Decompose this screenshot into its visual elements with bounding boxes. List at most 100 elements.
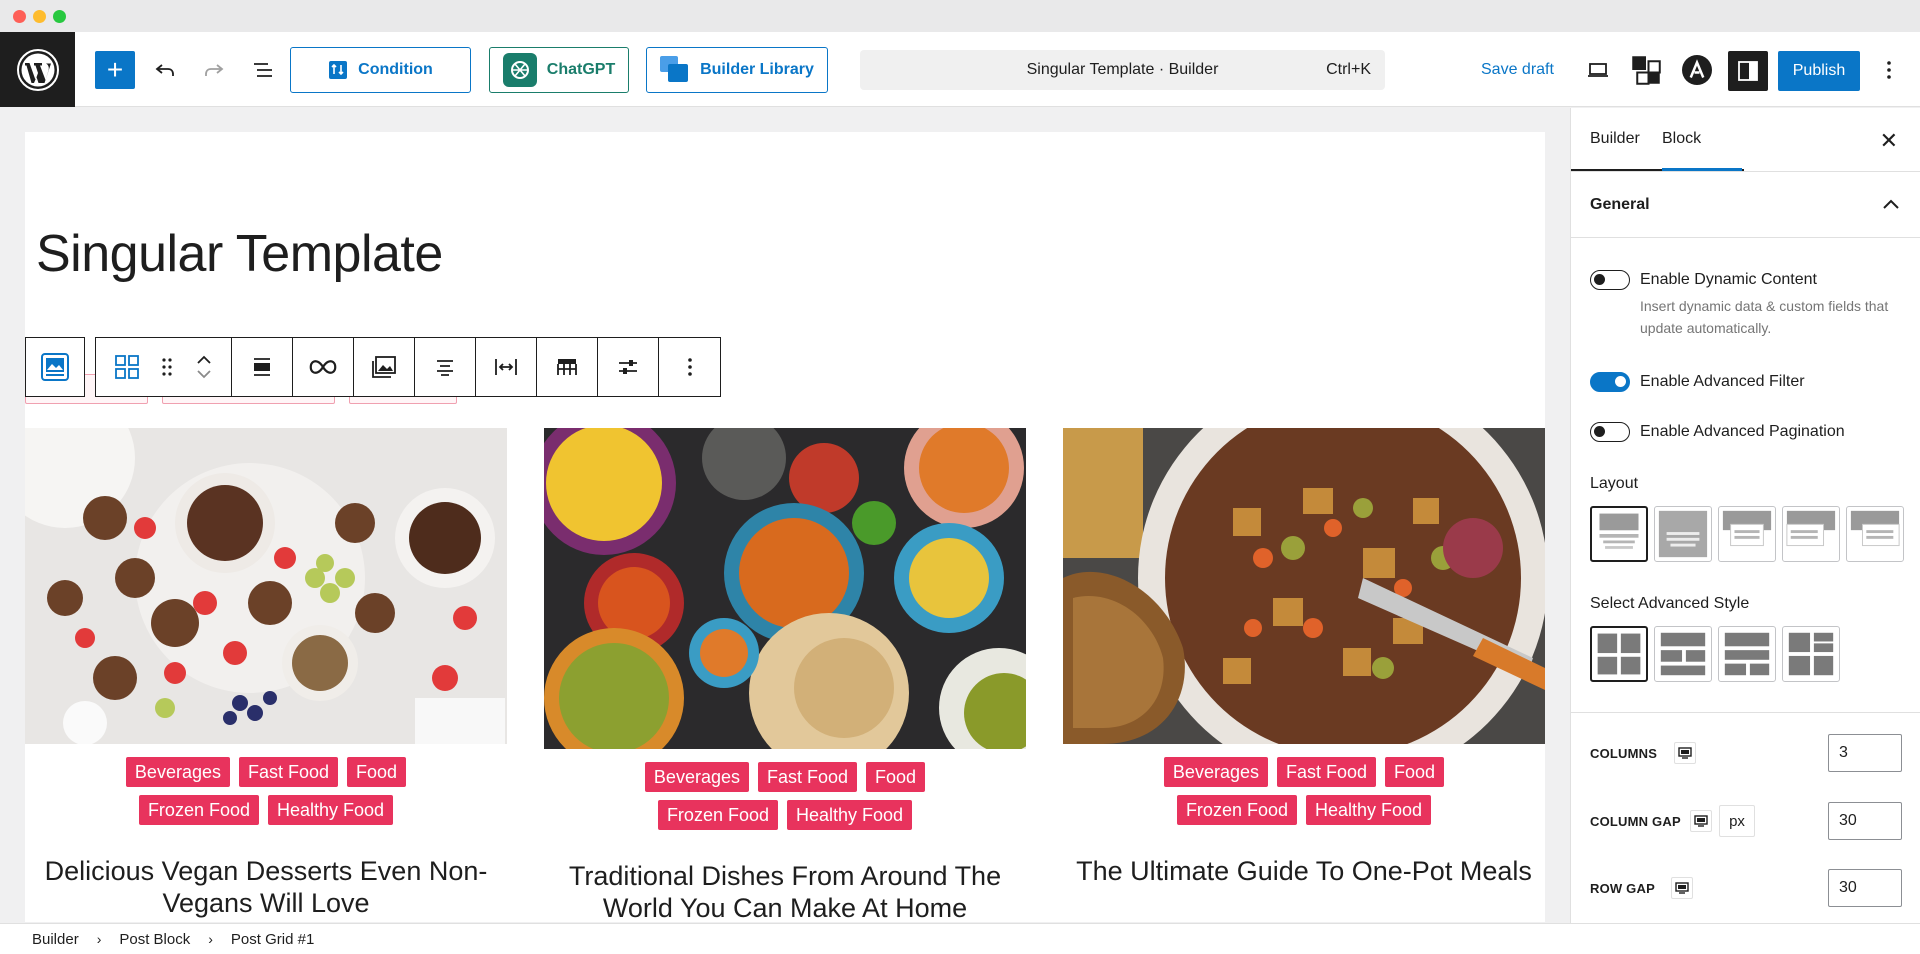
block-toolbar <box>25 337 721 397</box>
post-tag[interactable]: Fast Food <box>757 762 858 792</box>
post-tag[interactable]: Fast Food <box>1276 757 1377 787</box>
post-tag[interactable]: Fast Food <box>238 757 339 787</box>
breadcrumb-item[interactable]: Post Block <box>119 931 190 948</box>
unit-selector[interactable]: px <box>1719 805 1755 837</box>
post-tags: Beverages Fast Food Food Frozen Food Hea… <box>1063 757 1545 825</box>
advanced-style-option-3[interactable] <box>1718 626 1776 682</box>
post-title[interactable]: The Ultimate Guide To One-Pot Meals <box>1063 855 1545 887</box>
advanced-style-option-2[interactable] <box>1654 626 1712 682</box>
post-block-type-button[interactable] <box>25 337 85 397</box>
condition-button[interactable]: Condition <box>290 47 471 93</box>
desktop-device-icon[interactable] <box>1690 810 1712 832</box>
active-tab-indicator <box>1662 168 1742 171</box>
astra-logo-icon[interactable] <box>1679 51 1715 89</box>
columns-input[interactable] <box>1828 734 1902 772</box>
layout-option-5[interactable] <box>1846 506 1904 562</box>
editor-toolbar: + Condition ChatGPT Builder Library Sing… <box>0 32 1920 107</box>
breadcrumb-item[interactable]: Builder <box>32 931 79 948</box>
preview-desktop-icon[interactable] <box>1580 51 1616 89</box>
chevron-up-icon[interactable] <box>1882 198 1900 210</box>
chevron-right-icon: › <box>96 931 102 947</box>
more-options-icon[interactable] <box>1871 51 1907 89</box>
templates-icon[interactable] <box>1628 51 1664 89</box>
post-tag[interactable]: Food <box>347 757 407 787</box>
tab-block[interactable]: Block <box>1662 130 1701 148</box>
add-block-button[interactable]: + <box>95 51 135 89</box>
close-window-button[interactable] <box>13 10 26 23</box>
breadcrumb-item[interactable]: Post Grid #1 <box>231 931 314 948</box>
post-tag[interactable]: Healthy Food <box>268 795 394 825</box>
post-featured-image[interactable] <box>544 428 1026 749</box>
advanced-style-option-4[interactable] <box>1782 626 1840 682</box>
post-tag[interactable]: Food <box>1385 757 1445 787</box>
minimize-window-button[interactable] <box>33 10 46 23</box>
block-settings-button[interactable] <box>598 338 659 396</box>
command-palette-button[interactable]: Singular Template · Builder Ctrl+K <box>860 50 1385 90</box>
advanced-style-option-1[interactable] <box>1590 626 1648 682</box>
builder-library-label: Builder Library <box>700 61 814 78</box>
block-breadcrumb: Builder › Post Block › Post Grid #1 <box>0 923 1920 954</box>
column-gap-label: COLUMN GAP <box>1590 814 1681 829</box>
post-featured-image[interactable] <box>25 428 507 744</box>
post-tag[interactable]: Frozen Food <box>138 795 259 825</box>
advanced-pagination-toggle[interactable] <box>1590 422 1630 442</box>
layout-option-4[interactable] <box>1782 506 1840 562</box>
chatgpt-button[interactable]: ChatGPT <box>489 47 629 93</box>
columns-setting: COLUMNS <box>1590 734 1902 772</box>
advanced-filter-toggle[interactable] <box>1590 372 1630 392</box>
toggle-help-text: Insert dynamic data & custom fields that… <box>1640 298 1889 336</box>
post-tag[interactable]: Healthy Food <box>787 800 913 830</box>
redo-icon[interactable] <box>196 51 232 89</box>
post-featured-image[interactable] <box>1063 428 1545 744</box>
featured-image-button[interactable] <box>354 338 415 396</box>
drag-handle-icon[interactable] <box>161 357 173 377</box>
row-gap-input[interactable] <box>1828 869 1902 907</box>
post-card[interactable]: Beverages Fast Food Food Frozen Food Hea… <box>25 428 507 919</box>
document-overview-icon[interactable] <box>245 51 281 89</box>
post-title[interactable]: Delicious Vegan Desserts Even Non-Vegans… <box>25 855 507 919</box>
table-layout-button[interactable] <box>537 338 598 396</box>
tab-builder[interactable]: Builder <box>1590 130 1640 148</box>
post-tag[interactable]: Frozen Food <box>657 800 778 830</box>
vegan-desserts-image <box>25 428 507 744</box>
save-draft-button[interactable]: Save draft <box>1481 61 1554 79</box>
layout-option-1[interactable] <box>1590 506 1648 562</box>
column-gap-input[interactable] <box>1828 802 1902 840</box>
undo-icon[interactable] <box>147 51 183 89</box>
post-tag[interactable]: Beverages <box>1163 757 1268 787</box>
post-title[interactable]: Traditional Dishes From Around The World… <box>544 860 1026 922</box>
post-tag[interactable]: Food <box>866 762 926 792</box>
post-card[interactable]: Beverages Fast Food Food Frozen Food Hea… <box>544 428 1026 922</box>
block-more-options-button[interactable] <box>659 338 720 396</box>
post-card[interactable]: Beverages Fast Food Food Frozen Food Hea… <box>1063 428 1545 887</box>
dynamic-content-toggle[interactable] <box>1590 270 1630 290</box>
post-tag[interactable]: Beverages <box>644 762 749 792</box>
publish-button[interactable]: Publish <box>1778 51 1860 91</box>
general-panel-header[interactable]: General <box>1571 172 1920 238</box>
layout-option-3[interactable] <box>1718 506 1776 562</box>
window-titlebar <box>0 0 1920 32</box>
post-grid-icon[interactable] <box>115 355 140 379</box>
close-icon[interactable]: ✕ <box>1880 128 1898 154</box>
chevron-down-icon[interactable] <box>196 367 212 381</box>
text-align-button[interactable] <box>415 338 476 396</box>
post-tag[interactable]: Healthy Food <box>1306 795 1432 825</box>
block-mover <box>196 353 212 381</box>
align-toolbar-button[interactable] <box>232 338 293 396</box>
infinite-link-icon <box>309 360 337 374</box>
editor-canvas: Singular Template Beverages Fast Food Fo… <box>25 132 1545 922</box>
sidebar-tabs: Builder Block ✕ <box>1571 108 1920 172</box>
maximize-window-button[interactable] <box>53 10 66 23</box>
width-button[interactable] <box>476 338 537 396</box>
post-tag[interactable]: Beverages <box>125 757 230 787</box>
link-button[interactable] <box>293 338 354 396</box>
post-tag[interactable]: Frozen Food <box>1176 795 1297 825</box>
desktop-device-icon[interactable] <box>1671 877 1693 899</box>
desktop-device-icon[interactable] <box>1674 742 1696 764</box>
wordpress-logo-icon[interactable] <box>0 32 75 107</box>
layout-option-2[interactable] <box>1654 506 1712 562</box>
chevron-up-icon[interactable] <box>196 353 212 367</box>
page-title[interactable]: Singular Template <box>36 224 443 284</box>
settings-sidebar-toggle[interactable] <box>1728 51 1768 91</box>
builder-library-button[interactable]: Builder Library <box>646 47 828 93</box>
